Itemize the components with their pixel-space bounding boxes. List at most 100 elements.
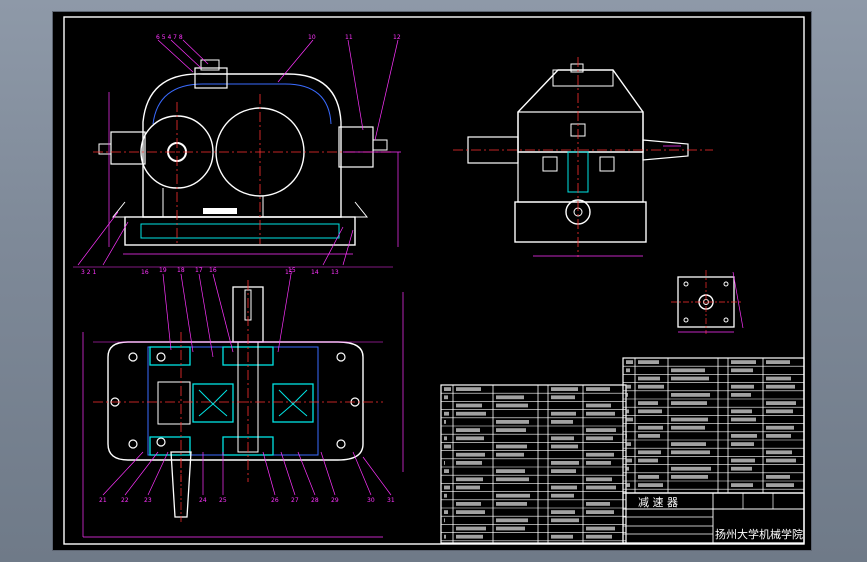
illegible-cell-text xyxy=(496,395,524,400)
illegible-cell-text xyxy=(626,360,633,364)
illegible-cell-text xyxy=(496,493,530,498)
plan-balloon: 19 xyxy=(159,267,167,274)
illegible-cell-text xyxy=(586,403,611,408)
front-balloons-top: 6 5 4 7 8 xyxy=(156,34,183,41)
plan-balloon: 21 xyxy=(99,497,107,504)
illegible-cell-text xyxy=(731,466,752,471)
illegible-cell-text xyxy=(551,518,579,523)
plan-balloon: 15 xyxy=(288,267,296,274)
illegible-cell-text xyxy=(586,436,613,441)
illegible-cell-text xyxy=(671,450,710,455)
illegible-cell-text xyxy=(766,376,791,381)
illegible-cell-text xyxy=(496,526,525,531)
illegible-cell-text xyxy=(551,469,576,473)
front-balloon-12: 12 xyxy=(393,34,401,41)
plan-balloons-top: 19 18 17 16 15 xyxy=(159,267,296,274)
illegible-cell-text xyxy=(586,502,610,506)
illegible-cell-text xyxy=(444,510,448,514)
illegible-cell-text xyxy=(586,526,615,531)
illegible-cell-text xyxy=(626,434,627,438)
front-balloon-13: 13 xyxy=(331,269,339,276)
illegible-cell-text xyxy=(586,510,614,514)
illegible-cell-text xyxy=(731,360,756,364)
illegible-cell-text xyxy=(671,393,710,397)
illegible-cell-text xyxy=(496,518,528,523)
illegible-cell-text xyxy=(496,452,524,457)
parts-list: 减 速 器 扬州大学机械学院 xyxy=(440,357,805,544)
illegible-cell-text xyxy=(444,444,451,449)
illegible-cell-text xyxy=(626,393,628,397)
illegible-cell-text xyxy=(766,434,791,438)
illegible-cell-text xyxy=(731,458,755,463)
plan-balloon: 16 xyxy=(209,267,217,274)
illegible-cell-text xyxy=(444,534,446,539)
illegible-cell-text xyxy=(638,376,660,381)
illegible-cell-text xyxy=(586,534,612,539)
illegible-cell-text xyxy=(766,360,790,364)
illegible-cell-text xyxy=(671,442,706,446)
illegible-cell-text xyxy=(626,466,629,471)
illegible-cell-text xyxy=(586,387,610,391)
illegible-cell-text xyxy=(456,510,485,514)
illegible-cell-text xyxy=(586,411,615,416)
illegible-cell-text xyxy=(444,493,447,498)
plan-balloon: 27 xyxy=(291,497,299,504)
illegible-cell-text xyxy=(766,401,796,405)
illegible-cell-text xyxy=(626,417,633,422)
illegible-cell-text xyxy=(766,483,794,487)
illegible-cell-text xyxy=(731,384,754,389)
front-balloon-16: 16 xyxy=(141,269,149,276)
illegible-cell-text xyxy=(444,420,446,424)
plan-housing-outline xyxy=(107,341,364,461)
illegible-cell-text xyxy=(456,534,483,539)
plan-balloon: 29 xyxy=(331,497,339,504)
illegible-cell-text xyxy=(456,411,486,416)
illegible-cell-text xyxy=(671,368,705,373)
illegible-cell-text xyxy=(551,444,578,449)
illegible-cell-text xyxy=(456,526,486,531)
illegible-cell-text xyxy=(671,475,708,479)
illegible-cell-text xyxy=(586,477,612,482)
illegible-cell-text xyxy=(638,425,663,430)
illegible-cell-text xyxy=(456,452,485,457)
illegible-cell-text xyxy=(551,387,578,391)
illegible-cell-text xyxy=(731,483,753,487)
illegible-cell-text xyxy=(586,485,616,490)
illegible-cell-text xyxy=(444,411,449,416)
illegible-cell-text xyxy=(444,395,448,400)
illegible-cell-text xyxy=(626,384,631,389)
illegible-cell-text xyxy=(731,442,754,446)
illegible-cell-text xyxy=(766,475,790,479)
illegible-cell-text xyxy=(456,403,482,408)
illegible-cell-text xyxy=(638,360,659,364)
illegible-cell-text xyxy=(671,417,708,422)
illegible-cell-text xyxy=(444,518,445,523)
illegible-cell-text xyxy=(766,450,792,455)
illegible-cell-text xyxy=(638,458,658,463)
illegible-cell-text xyxy=(731,434,757,438)
plan-balloon: 24 xyxy=(199,497,207,504)
illegible-cell-text xyxy=(496,428,526,432)
illegible-cell-text xyxy=(551,461,579,465)
parts-list-left-rows xyxy=(441,387,626,542)
front-housing-outline xyxy=(142,73,342,218)
illegible-cell-text xyxy=(496,403,528,408)
illegible-cell-text xyxy=(586,428,616,432)
illegible-cell-text xyxy=(496,502,527,506)
plan-balloon: 30 xyxy=(367,497,375,504)
illegible-cell-text xyxy=(551,493,574,498)
illegible-cell-text xyxy=(671,376,709,381)
front-balloon-10: 10 xyxy=(308,34,316,41)
side-view xyxy=(453,57,713,257)
plan-balloons-bottom: 21 22 23 24 25 26 27 28 29 30 31 xyxy=(99,497,395,504)
illegible-cell-text xyxy=(456,428,480,432)
illegible-cell-text xyxy=(456,485,480,490)
institution-name: 扬州大学机械学院 xyxy=(715,527,803,541)
front-balloon-11: 11 xyxy=(345,34,353,41)
illegible-cell-text xyxy=(586,452,614,457)
parts-list-right-rows xyxy=(623,360,804,490)
illegible-cell-text xyxy=(638,475,659,479)
illegible-cell-text xyxy=(671,466,711,471)
illegible-cell-text xyxy=(731,409,752,414)
cad-viewport[interactable]: 6 5 4 7 8 10 11 12 3 2 1 16 15 14 13 19 … xyxy=(53,12,811,550)
